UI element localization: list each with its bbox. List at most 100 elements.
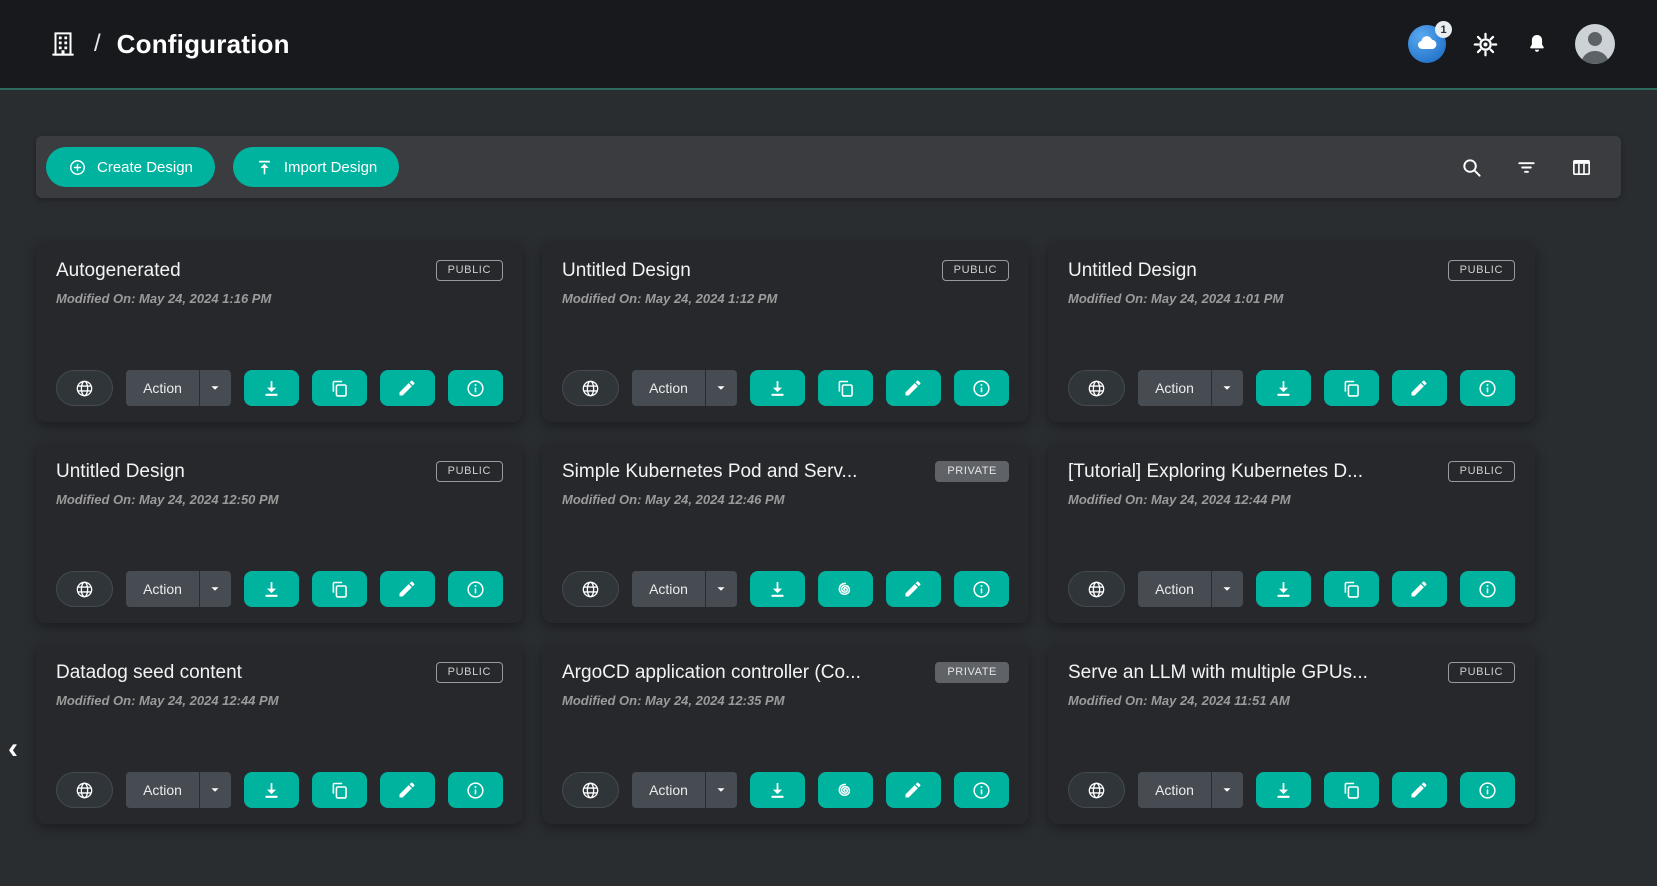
search-button[interactable]: [1460, 156, 1483, 179]
info-button[interactable]: [448, 772, 503, 808]
action-dropdown-caret[interactable]: [705, 571, 737, 607]
download-button[interactable]: [750, 571, 805, 607]
info-button[interactable]: [954, 571, 1009, 607]
copy-button[interactable]: [312, 571, 367, 607]
edit-button[interactable]: [886, 772, 941, 808]
drawer-collapse-chevron[interactable]: ‹: [2, 732, 24, 766]
action-dropdown-caret[interactable]: [199, 772, 231, 808]
visibility-globe-button[interactable]: [562, 571, 619, 607]
action-split-button: Action: [126, 370, 231, 406]
download-button[interactable]: [244, 370, 299, 406]
action-button[interactable]: Action: [632, 772, 705, 808]
copy-button[interactable]: [1324, 772, 1379, 808]
action-button[interactable]: Action: [1138, 772, 1211, 808]
modified-date: Modified On: May 24, 2024 1:12 PM: [562, 291, 1009, 306]
download-button[interactable]: [1256, 571, 1311, 607]
action-split-button: Action: [632, 772, 737, 808]
info-button[interactable]: [1460, 370, 1515, 406]
info-button[interactable]: [448, 571, 503, 607]
filter-button[interactable]: [1515, 156, 1538, 179]
action-button[interactable]: Action: [632, 370, 705, 406]
visibility-globe-button[interactable]: [1068, 571, 1125, 607]
design-title: Datadog seed content: [56, 662, 256, 684]
action-dropdown-caret[interactable]: [705, 370, 737, 406]
copy-button[interactable]: [312, 772, 367, 808]
action-button[interactable]: Action: [126, 370, 199, 406]
notifications-button[interactable]: [1525, 32, 1549, 56]
action-dropdown-caret[interactable]: [1211, 571, 1243, 607]
visibility-globe-button[interactable]: [56, 370, 113, 406]
table-view-button[interactable]: [1570, 156, 1593, 179]
info-button[interactable]: [954, 370, 1009, 406]
action-button[interactable]: Action: [126, 772, 199, 808]
visibility-badge: PRIVATE: [935, 461, 1009, 482]
organization-building-icon[interactable]: [48, 29, 78, 59]
import-design-button[interactable]: Import Design: [233, 147, 399, 187]
action-split-button: Action: [1138, 772, 1243, 808]
visibility-globe-button[interactable]: [1068, 370, 1125, 406]
copy-button[interactable]: [818, 370, 873, 406]
visibility-globe-button[interactable]: [562, 772, 619, 808]
visibility-globe-button[interactable]: [1068, 772, 1125, 808]
visibility-badge: PUBLIC: [1448, 662, 1515, 683]
edit-button[interactable]: [380, 772, 435, 808]
provider-cloud-button[interactable]: 1: [1408, 25, 1446, 63]
download-button[interactable]: [1256, 772, 1311, 808]
action-dropdown-caret[interactable]: [1211, 772, 1243, 808]
modified-date: Modified On: May 24, 2024 12:35 PM: [562, 693, 1009, 708]
action-button[interactable]: Action: [1138, 370, 1211, 406]
info-button[interactable]: [1460, 571, 1515, 607]
action-dropdown-caret[interactable]: [199, 571, 231, 607]
action-dropdown-caret[interactable]: [199, 370, 231, 406]
info-icon: [971, 579, 992, 600]
download-button[interactable]: [244, 772, 299, 808]
download-button[interactable]: [1256, 370, 1311, 406]
action-button[interactable]: Action: [1138, 571, 1211, 607]
visibility-globe-button[interactable]: [56, 571, 113, 607]
modified-date: Modified On: May 24, 2024 1:16 PM: [56, 291, 503, 306]
action-button[interactable]: Action: [632, 571, 705, 607]
info-button[interactable]: [448, 370, 503, 406]
user-avatar[interactable]: [1575, 24, 1615, 64]
swirl-button[interactable]: [818, 772, 873, 808]
info-button[interactable]: [954, 772, 1009, 808]
copy-icon: [1341, 378, 1362, 399]
chevron-down-icon: [1220, 582, 1234, 596]
edit-button[interactable]: [1392, 370, 1447, 406]
globe-icon: [74, 378, 95, 399]
chevron-down-icon: [208, 582, 222, 596]
info-icon: [1477, 579, 1498, 600]
edit-button[interactable]: [886, 370, 941, 406]
globe-icon: [74, 579, 95, 600]
download-button[interactable]: [244, 571, 299, 607]
action-dropdown-caret[interactable]: [705, 772, 737, 808]
action-split-button: Action: [126, 571, 231, 607]
visibility-globe-button[interactable]: [562, 370, 619, 406]
download-button[interactable]: [750, 370, 805, 406]
globe-icon: [1086, 378, 1107, 399]
edit-button[interactable]: [380, 370, 435, 406]
edit-button[interactable]: [380, 571, 435, 607]
swirl-button[interactable]: [818, 571, 873, 607]
download-button[interactable]: [750, 772, 805, 808]
copy-button[interactable]: [1324, 571, 1379, 607]
edit-button[interactable]: [1392, 571, 1447, 607]
action-dropdown-caret[interactable]: [1211, 370, 1243, 406]
filter-list-icon: [1515, 156, 1538, 179]
design-card: Serve an LLM with multiple GPUs... PUBLI…: [1048, 644, 1535, 824]
chevron-down-icon: [208, 381, 222, 395]
copy-button[interactable]: [1324, 370, 1379, 406]
import-design-label: Import Design: [284, 159, 377, 176]
info-button[interactable]: [1460, 772, 1515, 808]
action-button[interactable]: Action: [126, 571, 199, 607]
visibility-globe-button[interactable]: [56, 772, 113, 808]
settings-button[interactable]: [1472, 31, 1499, 58]
design-card: Untitled Design PUBLIC Modified On: May …: [542, 242, 1029, 422]
swirl-icon: [834, 779, 856, 801]
visibility-badge: PUBLIC: [1448, 260, 1515, 281]
copy-button[interactable]: [312, 370, 367, 406]
edit-button[interactable]: [1392, 772, 1447, 808]
edit-button[interactable]: [886, 571, 941, 607]
pencil-icon: [397, 780, 417, 800]
create-design-button[interactable]: Create Design: [46, 147, 215, 187]
